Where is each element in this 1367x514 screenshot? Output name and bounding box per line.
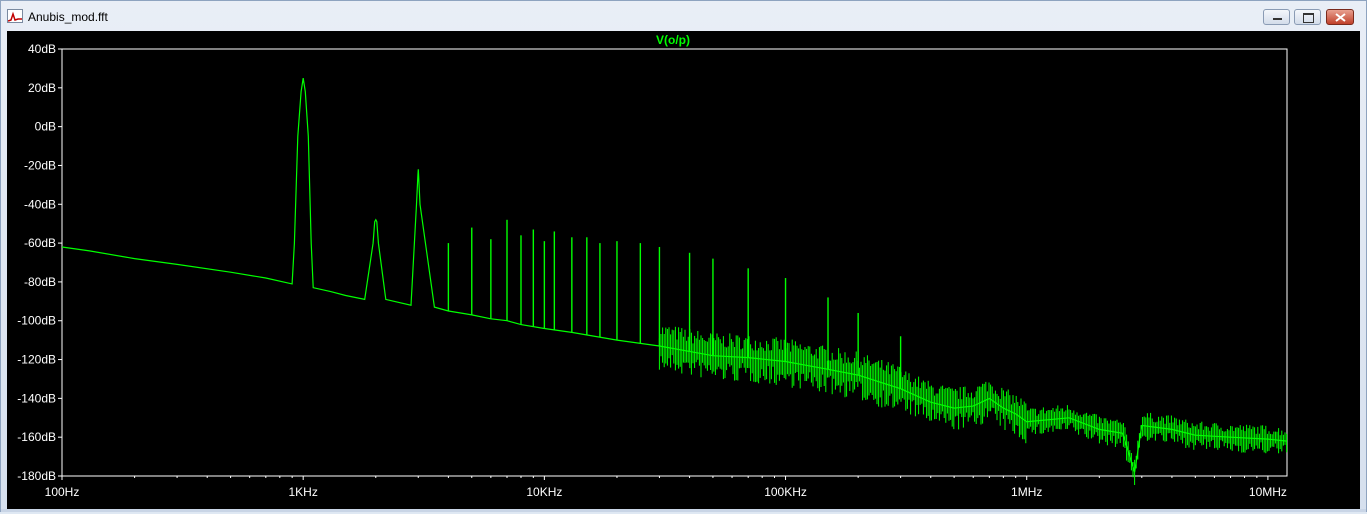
x-tick-label: 1MHz <box>1011 485 1042 499</box>
close-icon <box>1335 13 1346 22</box>
plot-canvas[interactable]: V(o/p) 40dB 20dB 0dB -20dB -40dB -60dB -80dB -1… <box>7 31 1360 509</box>
restore-icon <box>1303 13 1314 23</box>
title-bar[interactable]: Anubis_mod.fft <box>1 1 1366 31</box>
y-tick-label: -60dB <box>24 236 56 250</box>
noise-band <box>658 326 1288 485</box>
x-tick-label: 10MHz <box>1249 485 1287 499</box>
waveform-app-icon <box>7 9 23 23</box>
window-title: Anubis_mod.fft <box>28 10 108 24</box>
maximize-button[interactable] <box>1294 9 1321 25</box>
y-tick-label: -80dB <box>24 275 56 289</box>
y-tick-label: -160dB <box>17 430 56 444</box>
minimize-icon <box>1273 18 1282 20</box>
y-tick-label: -140dB <box>17 391 56 405</box>
y-tick-label: -180dB <box>17 469 56 483</box>
close-button[interactable] <box>1326 9 1354 25</box>
x-tick-label: 10KHz <box>526 485 562 499</box>
chart-title: V(o/p) <box>656 33 690 47</box>
y-tick-label: 0dB <box>35 120 56 134</box>
fft-plot[interactable]: V(o/p) 40dB 20dB 0dB -20dB -40dB -60dB -80dB -1… <box>7 31 1360 509</box>
x-tick-label: 100Hz <box>45 485 80 499</box>
y-tick-label: 40dB <box>28 42 56 56</box>
x-tick-label: 100KHz <box>764 485 807 499</box>
y-tick-label: -20dB <box>24 158 56 172</box>
y-tick-label: -120dB <box>17 353 56 367</box>
plot-frame <box>61 48 1288 477</box>
minimize-button[interactable] <box>1263 9 1290 25</box>
app-window: Anubis_mod.fft V(o/p) 40dB 20dB 0dB -20dB -4… <box>0 0 1367 512</box>
fft-trace <box>61 78 1288 473</box>
y-tick-label: -40dB <box>24 197 56 211</box>
y-tick-label: 20dB <box>28 81 56 95</box>
trace-layer <box>61 78 1288 485</box>
y-tick-label: -100dB <box>17 314 56 328</box>
x-tick-label: 1KHz <box>289 485 318 499</box>
